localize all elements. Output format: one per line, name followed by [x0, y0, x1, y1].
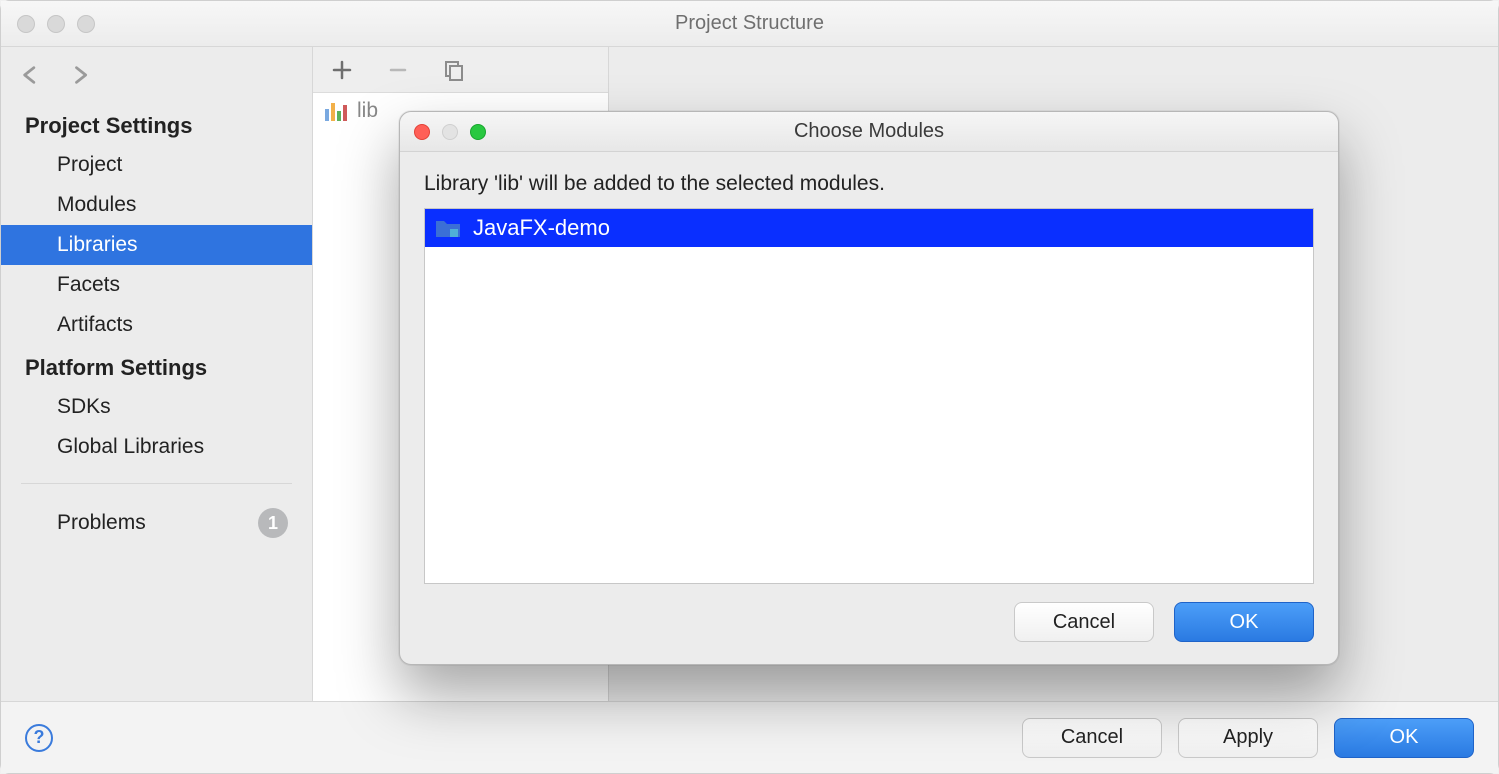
library-item-label: lib	[357, 99, 378, 123]
window-footer: ? Cancel Apply OK	[1, 701, 1498, 773]
sidebar-item-facets[interactable]: Facets	[1, 265, 312, 305]
dialog-ok-button[interactable]: OK	[1174, 602, 1314, 642]
ok-button[interactable]: OK	[1334, 718, 1474, 758]
sidebar-item-label: Libraries	[57, 233, 138, 257]
window-titlebar: Project Structure	[1, 1, 1498, 47]
button-label: Cancel	[1053, 611, 1115, 634]
libraries-toolbar	[313, 47, 608, 93]
library-icon	[325, 101, 347, 121]
dialog-cancel-button[interactable]: Cancel	[1014, 602, 1154, 642]
sidebar-item-label: Problems	[57, 511, 146, 535]
choose-modules-dialog: Choose Modules Library 'lib' will be add…	[399, 111, 1339, 665]
sidebar-item-global-libraries[interactable]: Global Libraries	[1, 427, 312, 467]
sidebar-item-label: Global Libraries	[57, 435, 204, 459]
sidebar-item-label: Facets	[57, 273, 120, 297]
sidebar-item-sdks[interactable]: SDKs	[1, 387, 312, 427]
button-label: Cancel	[1061, 726, 1123, 749]
button-label: Apply	[1223, 726, 1273, 749]
button-label: OK	[1390, 726, 1419, 749]
cancel-button[interactable]: Cancel	[1022, 718, 1162, 758]
sidebar-item-problems[interactable]: Problems 1	[1, 500, 312, 546]
forward-icon[interactable]	[71, 65, 93, 91]
module-item-label: JavaFX-demo	[473, 215, 610, 241]
sidebar: Project Settings Project Modules Librari…	[1, 47, 313, 701]
sidebar-item-label: Artifacts	[57, 313, 133, 337]
back-icon[interactable]	[21, 65, 43, 91]
dialog-body: Library 'lib' will be added to the selec…	[400, 152, 1338, 584]
sidebar-item-libraries[interactable]: Libraries	[1, 225, 312, 265]
footer-buttons: Cancel Apply OK	[1022, 718, 1474, 758]
dialog-footer: Cancel OK	[400, 584, 1338, 664]
module-folder-icon	[435, 217, 461, 239]
window-title: Project Structure	[1, 12, 1498, 35]
sidebar-item-label: SDKs	[57, 395, 111, 419]
nav-history	[1, 47, 312, 103]
dialog-message: Library 'lib' will be added to the selec…	[424, 172, 1314, 196]
module-list[interactable]: JavaFX-demo	[424, 208, 1314, 584]
sidebar-divider	[21, 483, 292, 484]
button-label: OK	[1230, 611, 1259, 634]
dialog-titlebar: Choose Modules	[400, 112, 1338, 152]
sidebar-item-label: Project	[57, 153, 122, 177]
dialog-title: Choose Modules	[400, 120, 1338, 143]
remove-library-button[interactable]	[387, 59, 409, 81]
module-item-javafx-demo[interactable]: JavaFX-demo	[425, 209, 1313, 247]
sidebar-item-project[interactable]: Project	[1, 145, 312, 185]
copy-library-button[interactable]	[443, 59, 465, 81]
sidebar-item-modules[interactable]: Modules	[1, 185, 312, 225]
add-library-button[interactable]	[331, 59, 353, 81]
project-settings-heading: Project Settings	[1, 103, 312, 145]
help-button[interactable]: ?	[25, 724, 53, 752]
problems-count-badge: 1	[258, 508, 288, 538]
sidebar-item-label: Modules	[57, 193, 136, 217]
apply-button[interactable]: Apply	[1178, 718, 1318, 758]
project-structure-window: Project Structure Project Settings Proje…	[0, 0, 1499, 774]
platform-settings-heading: Platform Settings	[1, 345, 312, 387]
sidebar-item-artifacts[interactable]: Artifacts	[1, 305, 312, 345]
